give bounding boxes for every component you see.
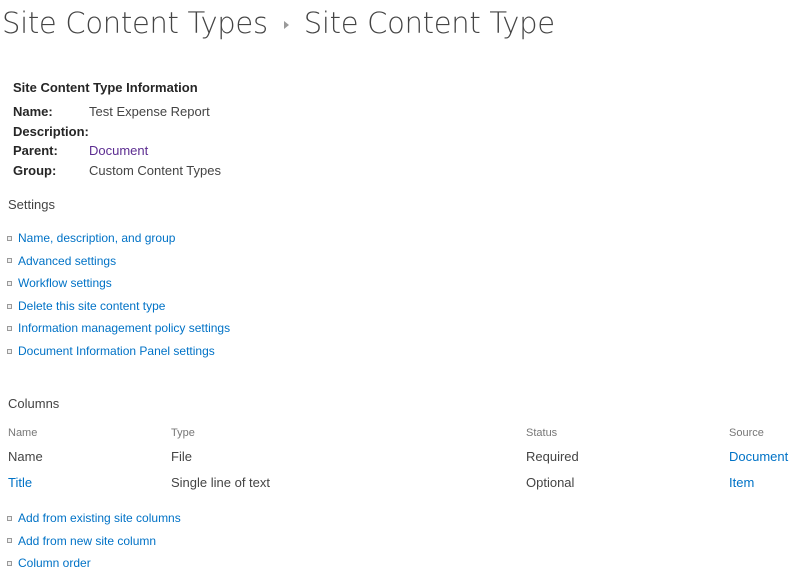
bullet-icon [7,258,12,264]
column-order-link[interactable]: Column order [18,552,91,575]
delete-content-type-link[interactable]: Delete this site content type [18,295,165,318]
description-label: Description: [13,123,89,139]
list-item: Add from existing site columns [7,507,181,530]
parent-label: Parent: [13,143,58,158]
page-title: Site Content Type [303,6,555,40]
bullet-icon [7,560,12,566]
column-source-link[interactable]: Item [729,469,792,495]
column-type-cell: Single line of text [171,474,271,490]
list-item: Add from new site column [7,530,181,553]
list-item: Advanced settings [7,250,230,273]
bullet-icon [7,348,12,354]
group-value: Custom Content Types [89,162,221,178]
info-row-group: Group: Custom Content Types [13,161,221,181]
breadcrumb: Site Content Types Site Content Type [2,2,555,44]
list-item: Document Information Panel settings [7,340,230,363]
columns-table: Name Type Status Source Name File Requir… [8,423,792,495]
breadcrumb-site-content-types[interactable]: Site Content Types [2,6,268,40]
content-type-info: Site Content Type Information Name: Test… [13,79,221,180]
column-header-name: Name [8,427,38,439]
column-status-cell: Required [526,448,579,464]
table-row: Name File Required Document [8,443,792,469]
name-description-group-link[interactable]: Name, description, and group [18,227,175,250]
column-header-type: Type [171,427,195,439]
document-information-panel-link[interactable]: Document Information Panel settings [18,340,215,363]
column-type-cell: File [171,448,192,464]
bullet-icon [7,303,12,309]
list-item: Delete this site content type [7,295,230,318]
column-header-status: Status [526,427,558,439]
bullet-icon [7,538,12,544]
table-row: Title Single line of text Optional Item [8,469,792,495]
settings-heading: Settings [8,197,55,212]
info-row-parent: Parent: Document [13,141,221,161]
column-links: Add from existing site columns Add from … [7,507,181,575]
advanced-settings-link[interactable]: Advanced settings [18,250,116,273]
column-name-cell: Name [8,448,43,464]
column-source-link[interactable]: Document [729,443,792,469]
add-existing-column-link[interactable]: Add from existing site columns [18,507,181,530]
bullet-icon [7,235,12,241]
add-new-column-link[interactable]: Add from new site column [18,530,156,553]
column-header-source: Source [729,427,764,439]
workflow-settings-link[interactable]: Workflow settings [18,272,112,295]
columns-heading: Columns [8,396,60,411]
column-name-link[interactable]: Title [8,469,171,495]
bullet-icon [7,326,12,332]
info-row-name: Name: Test Expense Report [13,102,221,122]
name-label: Name: [13,104,53,119]
parent-link[interactable]: Document [89,141,148,161]
list-item: Name, description, and group [7,227,230,250]
info-row-description: Description: [13,122,221,142]
name-value: Test Expense Report [89,104,210,119]
column-status-cell: Optional [526,474,575,490]
list-item: Information management policy settings [7,317,230,340]
information-policy-link[interactable]: Information management policy settings [18,317,230,340]
info-heading: Site Content Type Information [13,80,198,95]
breadcrumb-separator-icon [283,21,289,29]
list-item: Column order [7,552,181,575]
bullet-icon [7,515,12,521]
settings-links: Name, description, and group Advanced se… [7,227,230,363]
group-label: Group: [13,162,57,178]
bullet-icon [7,280,12,286]
list-item: Workflow settings [7,272,230,295]
columns-header-row: Name Type Status Source [8,423,792,443]
